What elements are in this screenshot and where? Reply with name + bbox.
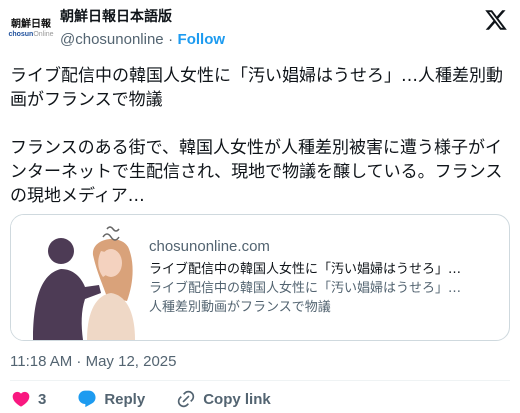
card-title: ライブ配信中の韓国人女性に「汚い娼婦はうせろ」…: [149, 262, 462, 277]
heart-icon: [10, 388, 32, 410]
card-description-line-1: ライブ配信中の韓国人女性に「汚い娼婦はうせろ」…: [149, 281, 462, 296]
avatar-logo-subtext: chosunOnline: [8, 31, 54, 38]
link-icon: [175, 388, 197, 410]
copy-link-label: Copy link: [203, 390, 271, 408]
author-block: 朝鮮日報日本語版 @chosunonline · Follow: [60, 8, 225, 50]
separator-dot: ·: [168, 31, 174, 48]
avatar[interactable]: 朝鮮日報 chosunOnline: [8, 10, 54, 48]
embedded-tweet: 朝鮮日報 chosunOnline 朝鮮日報日本語版 @chosunonline…: [0, 0, 520, 413]
author-handle-row: @chosunonline · Follow: [60, 30, 225, 50]
reply-label: Reply: [104, 390, 146, 408]
x-logo-icon[interactable]: [484, 8, 508, 32]
card-domain: chosunonline.com: [149, 238, 270, 255]
speech-bubble-icon: [76, 388, 98, 410]
divider: [10, 380, 510, 381]
action-bar: 3 Reply Copy link: [10, 388, 271, 410]
like-button[interactable]: 3: [10, 388, 46, 410]
avatar-logo-text: 朝鮮日報: [11, 19, 51, 30]
card-description-line-2: 人種差別動画がフランスで物議: [149, 300, 331, 315]
tweet-header: 朝鮮日報 chosunOnline 朝鮮日報日本語版 @chosunonline…: [8, 6, 510, 52]
author-display-name[interactable]: 朝鮮日報日本語版: [60, 8, 225, 26]
like-count: 3: [38, 390, 47, 408]
copy-link-button[interactable]: Copy link: [175, 388, 271, 410]
card-content: chosunonline.com ライブ配信中の韓国人女性に「汚い娼婦はうせろ」…: [149, 237, 501, 317]
author-handle[interactable]: @chosunonline: [60, 31, 164, 48]
tweet-timestamp[interactable]: 11:18 AM · May 12, 2025: [10, 352, 177, 372]
card-illustration: [11, 215, 138, 340]
tweet-text: ライブ配信中の韓国人女性に「汚い娼婦はうせろ」…人種差別動画がフランスで物議 フ…: [10, 66, 503, 206]
follow-button[interactable]: Follow: [178, 31, 226, 48]
reply-button[interactable]: Reply: [76, 388, 145, 410]
card-thumbnail: [11, 215, 138, 340]
link-card[interactable]: chosunonline.com ライブ配信中の韓国人女性に「汚い娼婦はうせろ」…: [10, 214, 510, 341]
